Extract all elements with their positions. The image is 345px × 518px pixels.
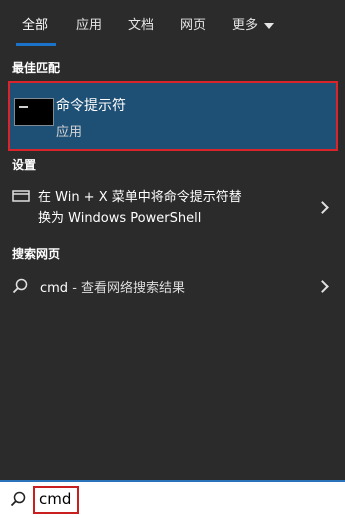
settings-item-line1: 在 Win + X 菜单中将命令提示符替 — [38, 190, 242, 205]
window-icon — [12, 190, 30, 202]
best-match-subtitle: 应用 — [56, 125, 83, 140]
settings-item-line2: 换为 Windows PowerShell — [38, 211, 202, 226]
tab-more[interactable]: 更多 — [232, 14, 275, 33]
tab-apps[interactable]: 应用 — [76, 14, 102, 33]
chevron-right-icon — [316, 280, 329, 293]
search-bar: cmd — [0, 480, 345, 518]
tab-web[interactable]: 网页 — [180, 14, 206, 33]
search-icon — [10, 491, 26, 507]
web-search-text: cmd - 查看网络搜索结果 — [40, 277, 185, 296]
tab-documents[interactable]: 文档 — [128, 14, 154, 33]
caret-down-icon — [264, 22, 275, 29]
best-match-heading: 最佳匹配 — [12, 61, 61, 75]
cmd-window-icon — [14, 98, 54, 126]
settings-heading: 设置 — [12, 158, 37, 172]
web-search-heading: 搜索网页 — [12, 247, 61, 261]
web-suffix: - 查看网络搜索结果 — [68, 281, 186, 296]
settings-item-text: 在 Win + X 菜单中将命令提示符替 换为 Windows PowerShe… — [38, 187, 308, 229]
active-tab-indicator — [16, 43, 56, 46]
tab-more-label: 更多 — [232, 18, 259, 33]
chevron-right-icon — [316, 201, 329, 214]
search-icon — [12, 278, 28, 294]
tab-all[interactable]: 全部 — [22, 14, 48, 33]
search-input[interactable]: cmd — [33, 486, 79, 514]
best-match-item[interactable]: 命令提示符 应用 — [8, 81, 338, 151]
filter-tabs: 全部 应用 文档 网页 更多 — [0, 0, 345, 46]
web-query: cmd — [40, 281, 69, 296]
best-match-title: 命令提示符 — [56, 98, 126, 114]
